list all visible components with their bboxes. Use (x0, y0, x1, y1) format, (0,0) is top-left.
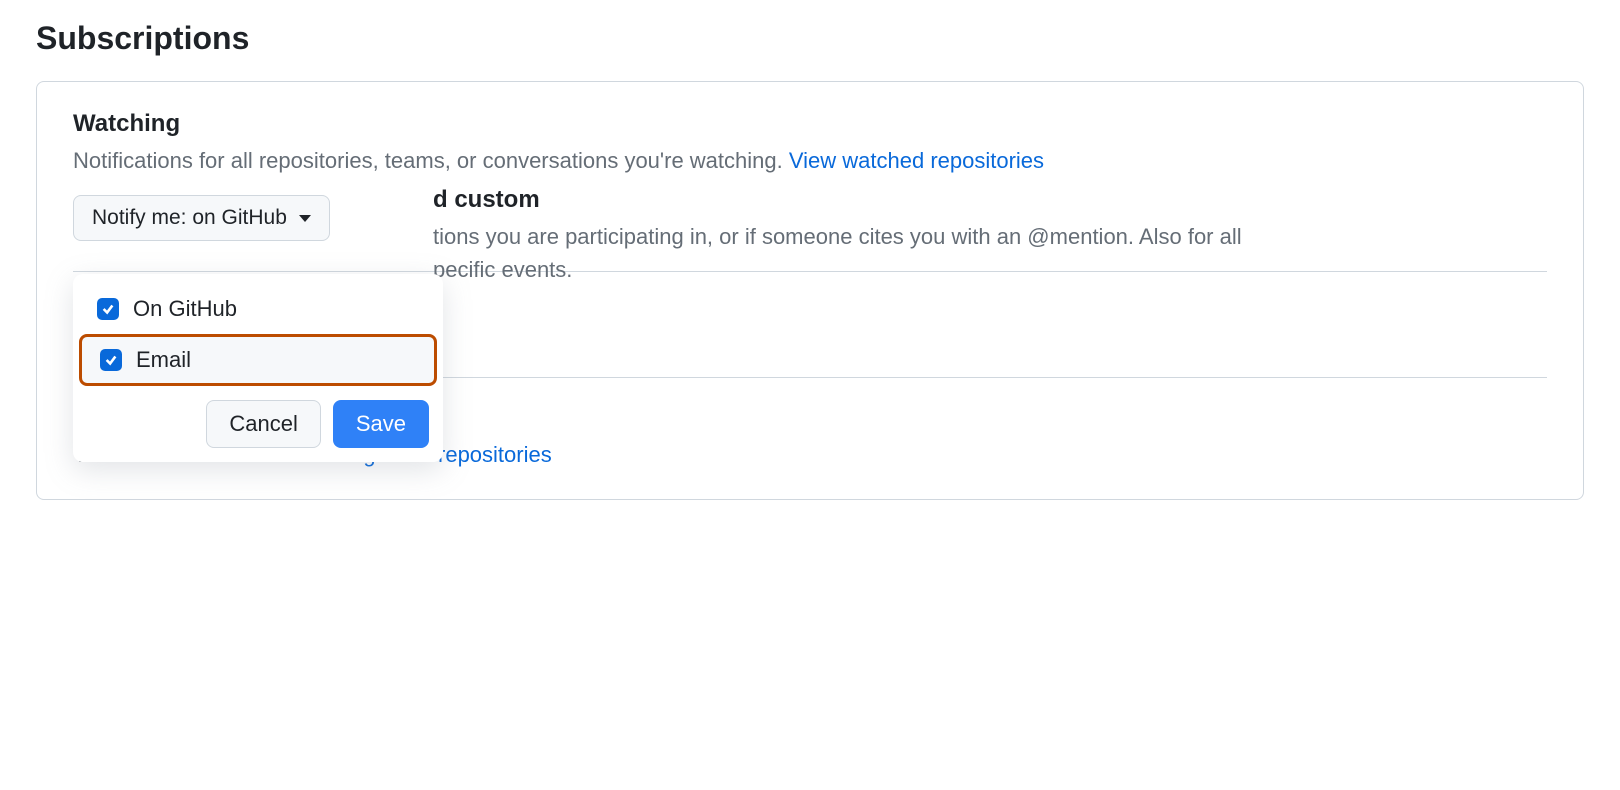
view-watched-repos-link[interactable]: View watched repositories (789, 148, 1044, 173)
checkbox-checked-icon (97, 298, 119, 320)
dropdown-label: Notify me: on GitHub (92, 206, 287, 230)
watching-heading: Watching (73, 110, 1547, 138)
participating-section: d custom tions you are participating in,… (433, 186, 1547, 286)
page-title: Subscriptions (36, 20, 1584, 57)
subscriptions-card: Watching Notifications for all repositor… (36, 81, 1584, 500)
option-label: Email (136, 347, 191, 373)
cancel-button[interactable]: Cancel (206, 400, 320, 448)
save-button[interactable]: Save (333, 400, 429, 448)
notify-me-dropdown[interactable]: Notify me: on GitHub (73, 195, 330, 241)
option-label: On GitHub (133, 296, 237, 322)
participating-desc-line2: pecific events. (433, 257, 572, 282)
option-email[interactable]: Email (79, 334, 437, 386)
watching-desc-text: Notifications for all repositories, team… (73, 148, 789, 173)
option-on-github[interactable]: On GitHub (73, 284, 443, 334)
popup-actions: Cancel Save (73, 386, 443, 448)
participating-description: tions you are participating in, or if so… (433, 220, 1547, 286)
participating-heading: d custom (433, 186, 1547, 214)
watching-description: Notifications for all repositories, team… (73, 144, 1547, 177)
caret-down-icon (299, 215, 311, 222)
notify-options-popup: On GitHub Email Cancel Save (73, 274, 443, 462)
participating-desc-line1: tions you are participating in, or if so… (433, 224, 1242, 249)
checkbox-checked-icon (100, 349, 122, 371)
